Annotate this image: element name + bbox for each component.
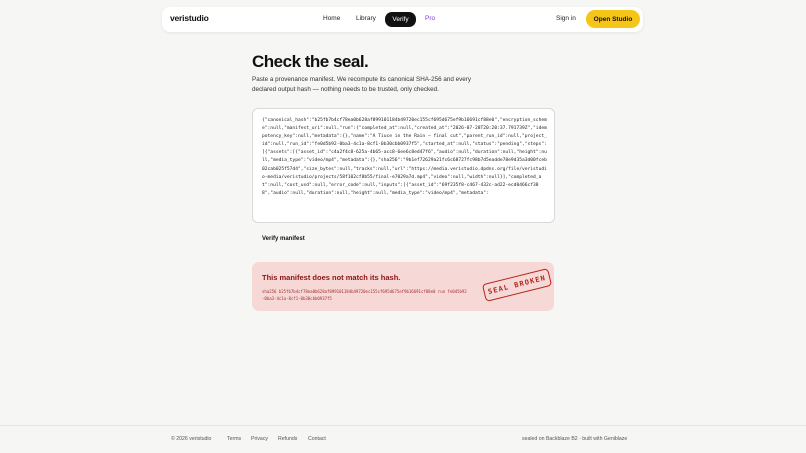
manifest-textarea[interactable]: {"canonical_hash":"b25fb7b4cf78ea0b628af… — [252, 108, 555, 223]
footer-link-terms[interactable]: Terms — [227, 436, 241, 442]
page-subtitle: Paste a provenance manifest. We recomput… — [252, 76, 471, 93]
nav-library[interactable]: Library — [356, 15, 376, 22]
logo[interactable]: veristudio — [170, 13, 209, 23]
verify-manifest-button[interactable]: Verify manifest — [262, 236, 305, 242]
manifest-json-text[interactable]: {"canonical_hash":"b25fb7b4cf78ea0b628af… — [262, 117, 547, 219]
result-title: This manifest does not match its hash. — [262, 273, 401, 282]
footer-divider — [0, 425, 806, 426]
footer-link-privacy[interactable]: Privacy — [251, 436, 268, 442]
seal-broken-stamp: SEAL BROKEN — [481, 268, 553, 302]
nav-pro[interactable]: Pro — [425, 15, 435, 22]
verify-button-label: Verify manifest — [262, 236, 305, 242]
footer-copyright: © 2026 veristudio — [171, 436, 212, 442]
nav-home[interactable]: Home — [323, 15, 340, 22]
footer-link-refunds[interactable]: Refunds — [278, 436, 297, 442]
nav-verify[interactable]: Verify — [385, 12, 416, 27]
result-hash-line: sha256 b25fb7b4cf78ea0b628af899101184b49… — [262, 289, 467, 301]
sign-in-link[interactable]: Sign in — [556, 15, 576, 22]
top-navbar: veristudio Home Library Verify Pro Sign … — [162, 7, 643, 32]
page-title: Check the seal. — [252, 52, 369, 71]
footer-link-contact[interactable]: Contact — [308, 436, 326, 442]
footer-credit: sealed on Backblaze B2 · built with Geni… — [522, 436, 628, 442]
verification-result-panel: This manifest does not match its hash. s… — [252, 262, 554, 311]
open-studio-button[interactable]: Open Studio — [586, 10, 640, 28]
